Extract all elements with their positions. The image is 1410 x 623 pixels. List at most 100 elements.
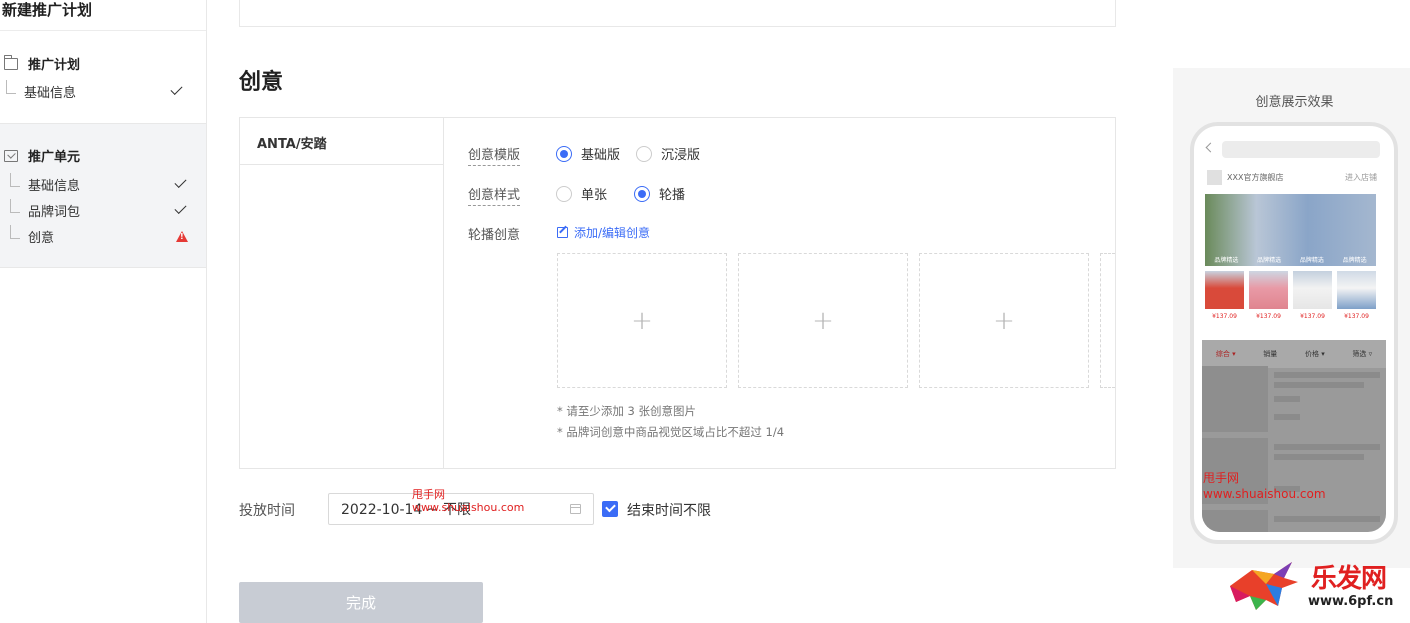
previous-section-card bbox=[239, 0, 1116, 27]
product-image bbox=[1293, 271, 1332, 309]
sort-tab: 综合 ▾ bbox=[1215, 350, 1236, 358]
site-logo: 乐发网 www.6pf.cn bbox=[1222, 556, 1410, 623]
banner-caption: 品牌精选 bbox=[1299, 257, 1324, 264]
sidebar-item-plan-basic-info[interactable]: 基础信息 bbox=[6, 80, 186, 102]
shop-logo bbox=[1207, 170, 1222, 185]
tree-line bbox=[10, 225, 20, 239]
sidebar-group-label: 推广计划 bbox=[28, 58, 81, 73]
sidebar-title: 新建推广计划 bbox=[2, 1, 93, 19]
placeholder-bar bbox=[1274, 414, 1300, 420]
watermark-url: www.shuaishou.com bbox=[412, 501, 525, 514]
sidebar-item-label: 基础信息 bbox=[24, 85, 77, 101]
template-option-basic[interactable]: 基础版 bbox=[556, 144, 620, 163]
folder-icon bbox=[4, 54, 18, 70]
upload-slot-1[interactable]: + bbox=[557, 253, 727, 388]
radio-selected[interactable] bbox=[556, 145, 572, 162]
product-row: ¥137.09 ¥137.09 ¥137.09 ¥137.09 bbox=[1205, 271, 1376, 320]
sort-tab: 筛选 ▿ bbox=[1352, 350, 1373, 358]
upload-slot-3[interactable]: + bbox=[919, 253, 1089, 388]
style-option-single[interactable]: 单张 bbox=[556, 184, 607, 203]
template-option-immersive[interactable]: 沉浸版 bbox=[636, 144, 700, 163]
listing-row bbox=[1202, 366, 1386, 432]
radio-selected[interactable] bbox=[634, 185, 651, 202]
link-label: 添加/编辑创意 bbox=[574, 226, 651, 240]
sidebar-item-label: 品牌词包 bbox=[28, 204, 81, 220]
check-icon bbox=[170, 82, 183, 96]
end-time-unlimited-label[interactable]: 结束时间不限 bbox=[627, 500, 711, 520]
product-image bbox=[1249, 271, 1288, 309]
watermark-cn: 甩手网 bbox=[412, 488, 445, 501]
logo-name: 乐发网 bbox=[1311, 564, 1387, 594]
done-button[interactable]: 完成 bbox=[239, 582, 483, 623]
check-icon bbox=[174, 175, 187, 189]
preview-panel: 创意展示效果 XXX官方旗舰店 进入店铺 品牌精选 品牌精选 品牌精选 品牌精选 bbox=[1173, 68, 1410, 568]
watermark-text: 甩手网 www.shuaishou.com bbox=[1203, 470, 1326, 502]
listing-overlay: 综合 ▾ 销量 价格 ▾ 筛选 ▿ bbox=[1202, 340, 1386, 532]
placeholder-bar bbox=[1274, 444, 1380, 450]
product-image bbox=[1337, 271, 1376, 309]
radio-unselected[interactable] bbox=[556, 185, 572, 202]
sidebar-item-label: 基础信息 bbox=[28, 178, 81, 194]
style-radio-group: 单张 轮播 bbox=[556, 184, 701, 203]
hint-min-images: * 请至少添加 3 张创意图片 bbox=[557, 404, 697, 418]
plus-icon: + bbox=[812, 305, 834, 336]
brand-name: ANTA/安踏 bbox=[257, 137, 327, 152]
sidebar-group-label: 推广单元 bbox=[28, 150, 81, 165]
banner-caption: 品牌精选 bbox=[1214, 257, 1239, 264]
radio-label: 沉浸版 bbox=[661, 148, 701, 163]
unit-box-icon bbox=[4, 149, 18, 162]
upload-slot-2[interactable]: + bbox=[738, 253, 908, 388]
sidebar-item-brand-keywords[interactable]: 品牌词包 bbox=[10, 199, 190, 221]
placeholder-bar bbox=[1274, 516, 1380, 522]
check-icon bbox=[174, 201, 187, 215]
back-icon bbox=[1205, 142, 1216, 153]
radio-label: 基础版 bbox=[581, 148, 621, 163]
banner-caption: 品牌精选 bbox=[1257, 257, 1282, 264]
sidebar-item-plan[interactable]: 推广计划 bbox=[4, 54, 80, 73]
tree-line bbox=[10, 199, 20, 213]
product-price: ¥137.09 bbox=[1256, 313, 1281, 320]
sidebar-group-plan: 推广计划 基础信息 bbox=[0, 48, 206, 122]
sort-tab: 价格 ▾ bbox=[1304, 350, 1325, 358]
end-time-unlimited-checkbox[interactable] bbox=[602, 501, 618, 517]
sidebar-group-unit: 推广单元 基础信息 品牌词包 创意 bbox=[0, 123, 206, 268]
sidebar-item-unit-basic-info[interactable]: 基础信息 bbox=[10, 173, 190, 195]
banner-captions: 品牌精选 品牌精选 品牌精选 品牌精选 bbox=[1205, 255, 1376, 264]
shop-name: XXX官方旗舰店 bbox=[1227, 173, 1284, 182]
carousel-label: 轮播创意 bbox=[468, 228, 521, 243]
add-edit-creative-link[interactable]: 添加/编辑创意 bbox=[557, 224, 650, 241]
brand-column: ANTA/安踏 bbox=[240, 118, 444, 468]
sidebar-item-label: 创意 bbox=[28, 230, 55, 246]
radio-unselected[interactable] bbox=[636, 145, 653, 162]
creative-card: ANTA/安踏 创意模版 基础版 沉浸版 创意样式 单张 轮播 轮播创意 添加/… bbox=[239, 117, 1116, 469]
sidebar-item-unit[interactable]: 推广单元 bbox=[4, 146, 80, 165]
banner-caption: 品牌精选 bbox=[1342, 257, 1367, 264]
template-radio-group: 基础版 沉浸版 bbox=[556, 144, 716, 163]
product-card: ¥137.09 bbox=[1293, 271, 1332, 320]
page-title: 创意 bbox=[239, 70, 284, 95]
calendar-icon[interactable] bbox=[570, 504, 581, 514]
placeholder-bar bbox=[1274, 454, 1364, 460]
product-card: ¥137.09 bbox=[1205, 271, 1244, 320]
style-option-carousel[interactable]: 轮播 bbox=[634, 184, 685, 203]
product-card: ¥137.09 bbox=[1337, 271, 1376, 320]
sort-tabs: 综合 ▾ 销量 价格 ▾ 筛选 ▿ bbox=[1202, 340, 1386, 368]
divider bbox=[240, 164, 444, 165]
sidebar-nav: 新建推广计划 推广计划 基础信息 推广单元 基础信息 品牌词包 创意 ! bbox=[0, 0, 207, 623]
upload-slot-4[interactable] bbox=[1100, 253, 1115, 388]
radio-label: 单张 bbox=[581, 188, 608, 203]
listing-thumb bbox=[1202, 510, 1268, 532]
warning-icon bbox=[176, 230, 188, 242]
listing-row bbox=[1202, 510, 1386, 532]
shop-header: XXX官方旗舰店 进入店铺 bbox=[1207, 170, 1377, 185]
hint-visual-ratio: * 品牌词创意中商品视觉区域占比不超过 1/4 bbox=[557, 425, 785, 439]
sidebar-item-creative[interactable]: 创意 bbox=[10, 225, 190, 247]
listing-thumb bbox=[1202, 366, 1268, 432]
plus-icon: + bbox=[993, 305, 1015, 336]
tree-line bbox=[10, 173, 20, 187]
bull-logo-icon bbox=[1230, 562, 1298, 610]
search-bar bbox=[1222, 141, 1380, 158]
tree-line bbox=[6, 80, 16, 94]
placeholder-bar bbox=[1274, 382, 1364, 388]
edit-icon bbox=[557, 227, 568, 238]
